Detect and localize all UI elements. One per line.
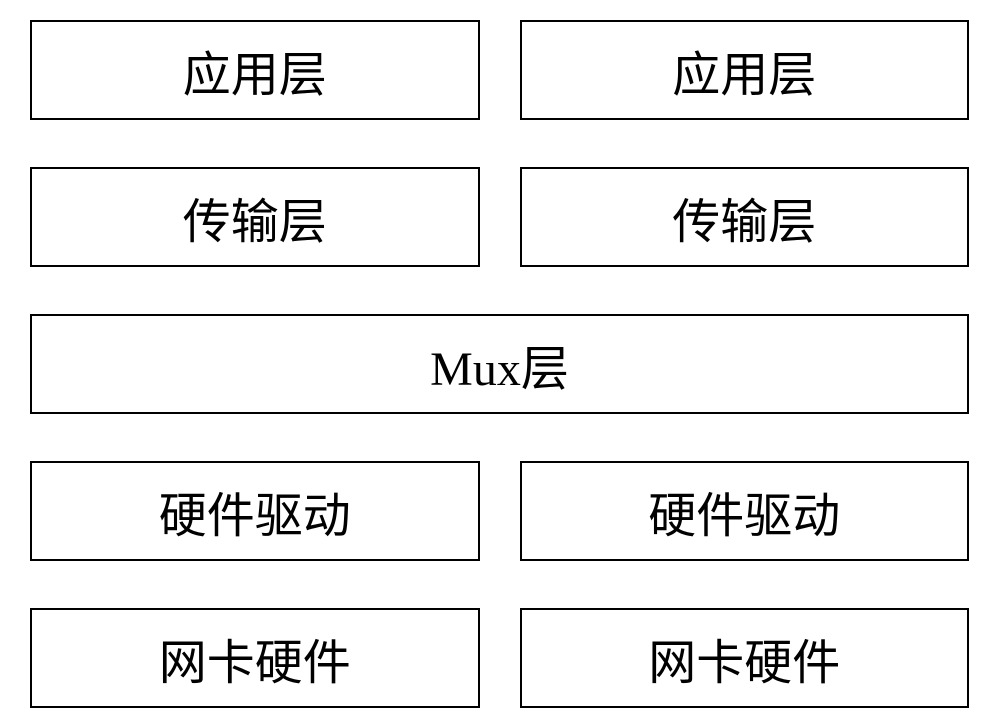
label-nic-hardware-left: 网卡硬件 xyxy=(159,623,351,693)
label-application-layer-right: 应用层 xyxy=(672,35,816,105)
box-application-layer-right: 应用层 xyxy=(520,20,970,120)
row-nic-hardware: 网卡硬件 网卡硬件 xyxy=(30,608,969,708)
row-transport-layer: 传输层 传输层 xyxy=(30,167,969,267)
label-nic-hardware-right: 网卡硬件 xyxy=(648,623,840,693)
box-nic-hardware-right: 网卡硬件 xyxy=(520,608,970,708)
box-hardware-driver-left: 硬件驱动 xyxy=(30,461,480,561)
box-transport-layer-right: 传输层 xyxy=(520,167,970,267)
label-hardware-driver-left: 硬件驱动 xyxy=(159,476,351,546)
box-nic-hardware-left: 网卡硬件 xyxy=(30,608,480,708)
label-transport-layer-left: 传输层 xyxy=(183,182,327,252)
label-application-layer-left: 应用层 xyxy=(183,35,327,105)
label-mux-layer: Mux层 xyxy=(430,329,569,399)
box-transport-layer-left: 传输层 xyxy=(30,167,480,267)
layer-diagram: 应用层 应用层 传输层 传输层 Mux层 硬件驱动 硬件驱动 网卡硬件 网卡硬件 xyxy=(30,20,969,708)
label-hardware-driver-right: 硬件驱动 xyxy=(648,476,840,546)
row-hardware-driver: 硬件驱动 硬件驱动 xyxy=(30,461,969,561)
row-application-layer: 应用层 应用层 xyxy=(30,20,969,120)
box-application-layer-left: 应用层 xyxy=(30,20,480,120)
row-mux-layer: Mux层 xyxy=(30,314,969,414)
label-transport-layer-right: 传输层 xyxy=(672,182,816,252)
box-mux-layer: Mux层 xyxy=(30,314,969,414)
box-hardware-driver-right: 硬件驱动 xyxy=(520,461,970,561)
